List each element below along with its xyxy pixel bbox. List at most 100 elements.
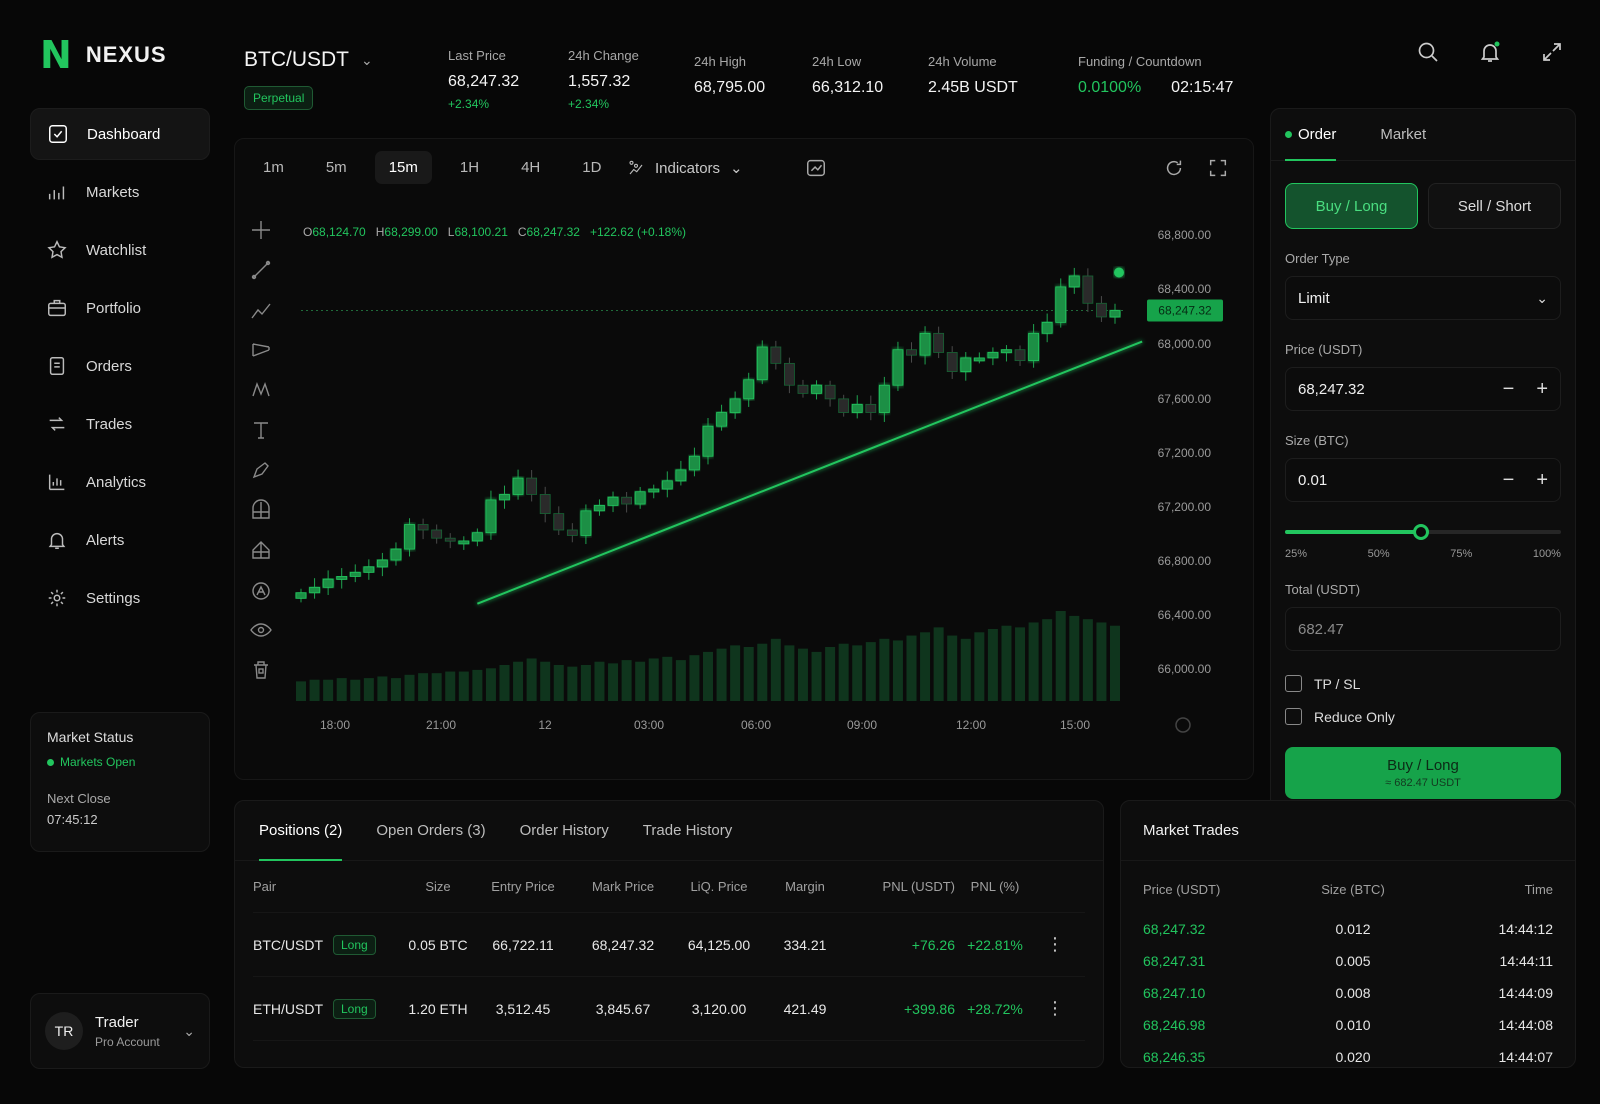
price-input[interactable]: 68,247.32 − + bbox=[1285, 367, 1561, 411]
size-input[interactable]: 0.01 − + bbox=[1285, 458, 1561, 502]
search-icon[interactable] bbox=[1416, 40, 1440, 64]
submit-order-button[interactable]: Buy / Long ≈ 682.47 USDT bbox=[1285, 747, 1561, 799]
candle-body bbox=[811, 384, 822, 394]
slider-mark: 100% bbox=[1532, 548, 1561, 560]
candle-body bbox=[404, 524, 415, 550]
reduce-only-checkbox[interactable]: Reduce Only bbox=[1285, 708, 1561, 725]
candle-body bbox=[1055, 286, 1067, 323]
minus-icon[interactable]: − bbox=[1503, 378, 1515, 401]
tab-market[interactable]: Market bbox=[1380, 109, 1426, 161]
plus-icon[interactable]: + bbox=[1536, 469, 1548, 492]
x-tick-label: 12 bbox=[538, 718, 552, 732]
sell-short-toggle[interactable]: Sell / Short bbox=[1428, 183, 1561, 229]
plus-icon[interactable]: + bbox=[1536, 378, 1548, 401]
cell-pair: ETH/USDT Long bbox=[253, 998, 403, 1019]
brand-logo[interactable]: N NEXUS bbox=[40, 36, 167, 74]
market-trades-title: Market Trades bbox=[1121, 801, 1575, 861]
slider-thumb[interactable] bbox=[1413, 524, 1429, 540]
candle-body bbox=[526, 477, 538, 495]
volume-bar bbox=[567, 666, 578, 701]
status-dot-icon bbox=[47, 758, 54, 766]
stat-sub: +2.34% bbox=[448, 97, 490, 111]
stat-label: 24h Volume bbox=[928, 54, 997, 69]
more-options-icon[interactable]: ⋮ bbox=[1035, 998, 1075, 1019]
y-tick-label: 68,400.00 bbox=[1158, 282, 1212, 296]
more-options-icon[interactable]: ⋮ bbox=[1035, 934, 1075, 955]
candle-body bbox=[770, 346, 782, 364]
candle-body bbox=[878, 384, 890, 413]
volume-bar bbox=[635, 661, 646, 701]
positions-header-row: Pair Size Entry Price Mark Price LiQ. Price M… bbox=[253, 861, 1085, 913]
sidebar-item-watchlist[interactable]: Watchlist bbox=[30, 224, 210, 276]
size-slider[interactable] bbox=[1285, 518, 1561, 548]
sidebar-item-dashboard[interactable]: Dashboard bbox=[30, 108, 210, 160]
candle-body bbox=[539, 494, 551, 514]
y-tick-label: 66,400.00 bbox=[1158, 608, 1212, 622]
candle-body bbox=[851, 403, 863, 413]
stat-24h-high: 24h High 68,795.00 bbox=[694, 54, 765, 97]
pair-selector[interactable]: BTC/USDT ⌄ bbox=[244, 48, 373, 72]
tab-trade-history[interactable]: Trade History bbox=[643, 801, 732, 861]
tab-order[interactable]: Order bbox=[1285, 109, 1337, 161]
cell-liq: 64,125.00 bbox=[687, 936, 751, 953]
candle-body bbox=[1096, 302, 1107, 318]
column-header: LiQ. Price bbox=[690, 879, 748, 894]
buy-long-toggle[interactable]: Buy / Long bbox=[1285, 183, 1418, 229]
x-tick-label: 09:00 bbox=[847, 718, 877, 732]
candle-body bbox=[431, 529, 443, 539]
user-role: Pro Account bbox=[95, 1034, 160, 1049]
sidebar-nav: Dashboard Markets Watchlist Portfolio Orders… bbox=[30, 108, 210, 630]
stat-label: Funding / Countdown bbox=[1078, 54, 1202, 69]
settings-small-icon[interactable] bbox=[1175, 717, 1191, 733]
trade-time: 14:44:08 bbox=[1498, 1017, 1554, 1033]
checkbox-icon bbox=[1285, 675, 1302, 692]
stat-value: 2.45B USDT bbox=[928, 79, 1018, 96]
size-value: 0.01 bbox=[1298, 471, 1328, 489]
cell-pnl: +76.26 bbox=[911, 936, 955, 953]
trade-size: 0.020 bbox=[1335, 1049, 1371, 1065]
side-toggle: Buy / Long Sell / Short bbox=[1285, 183, 1561, 229]
sidebar-item-label: Watchlist bbox=[86, 241, 147, 259]
sidebar-item-label: Portfolio bbox=[86, 299, 142, 317]
sidebar-item-analytics[interactable]: Analytics bbox=[30, 456, 210, 508]
price-chart[interactable]: 68,800.00 68,400.00 68,000.00 67,600.00 67,2… bbox=[235, 139, 1255, 781]
table-row[interactable]: BTC/USDT Long 0.05 BTC 66,722.11 68,247.32 64… bbox=[253, 913, 1085, 977]
sidebar-item-settings[interactable]: Settings bbox=[30, 572, 210, 624]
last-price-tag-label: 68,247.32 bbox=[1158, 303, 1212, 317]
logo-mark-icon: N bbox=[40, 33, 72, 77]
sidebar-item-orders[interactable]: Orders bbox=[30, 340, 210, 392]
sidebar-item-markets[interactable]: Markets bbox=[30, 166, 210, 218]
volume-bar bbox=[797, 648, 808, 701]
order-type-select[interactable]: Limit ⌄ bbox=[1285, 276, 1561, 320]
sidebar-item-alerts[interactable]: Alerts bbox=[30, 514, 210, 566]
tab-open-orders[interactable]: Open Orders (3) bbox=[376, 801, 485, 861]
candle-body bbox=[1028, 332, 1039, 362]
sidebar-item-trades[interactable]: Trades bbox=[30, 398, 210, 450]
market-trades-header-row: Price (USDT) Size (BTC) Time bbox=[1143, 865, 1553, 913]
price-value: 68,247.32 bbox=[1298, 380, 1365, 398]
stat-value: 1,557.32 bbox=[568, 73, 631, 90]
candle-body bbox=[756, 346, 768, 381]
sidebar-item-portfolio[interactable]: Portfolio bbox=[30, 282, 210, 334]
chevron-down-icon: ⌄ bbox=[183, 1022, 195, 1039]
x-tick-label: 18:00 bbox=[320, 718, 350, 732]
tab-order-history[interactable]: Order History bbox=[520, 801, 609, 861]
user-menu[interactable]: TR Trader Pro Account ⌄ bbox=[30, 993, 210, 1069]
trendline[interactable] bbox=[476, 340, 1143, 605]
volume-bar bbox=[852, 645, 863, 701]
stat-value: 68,247.32 bbox=[448, 73, 520, 90]
tpsl-label: TP / SL bbox=[1314, 675, 1361, 692]
trade-price: 68,246.98 bbox=[1143, 1017, 1206, 1033]
candle-body bbox=[946, 352, 958, 372]
table-row[interactable]: ETH/USDT Long 1.20 ETH 3,512.45 3,845.67 3,12… bbox=[253, 977, 1085, 1041]
expand-icon[interactable] bbox=[1540, 40, 1564, 64]
notification-bell-icon[interactable] bbox=[1478, 40, 1502, 64]
market-trades-panel: Market Trades Price (USDT) Size (BTC) Time… bbox=[1120, 800, 1576, 1068]
y-tick-label: 66,000.00 bbox=[1158, 662, 1212, 676]
tpsl-checkbox[interactable]: TP / SL bbox=[1285, 675, 1561, 692]
minus-icon[interactable]: − bbox=[1503, 469, 1515, 492]
volume-bar bbox=[390, 678, 401, 701]
tab-positions[interactable]: Positions (2) bbox=[259, 801, 343, 861]
cell-margin: 334.21 bbox=[783, 936, 827, 953]
volume-bar bbox=[987, 629, 998, 701]
